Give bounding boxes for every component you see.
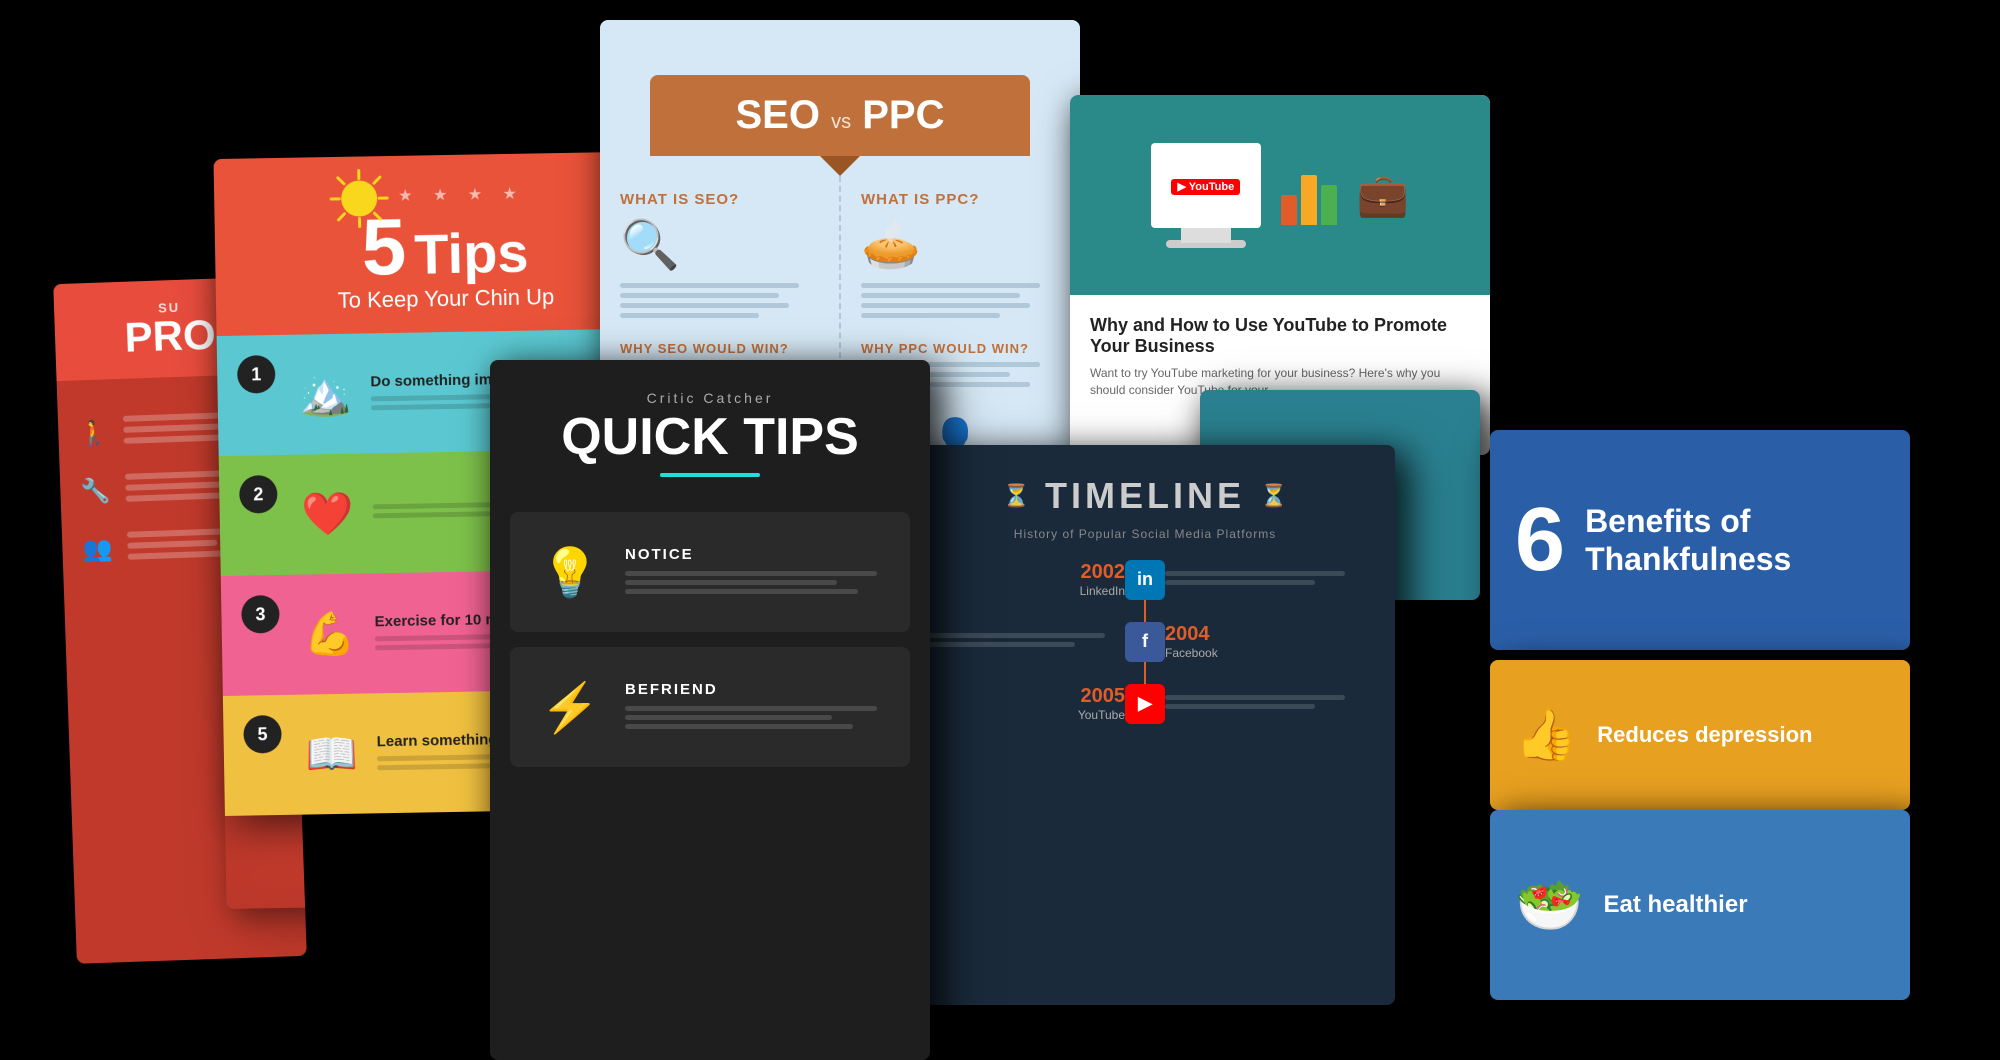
- reduces-text: Reduces depression: [1597, 722, 1812, 748]
- heart-icon: ❤️: [292, 479, 363, 550]
- benefits-text: Benefits of Thankfulness: [1585, 502, 1885, 579]
- thumbsup-icon: 👍: [1515, 706, 1577, 765]
- befriend-title: BEFRIEND: [625, 681, 890, 698]
- mountain-icon: 🏔️: [290, 359, 361, 430]
- why-seo-win: WHY SEO WOULD WIN?: [620, 341, 819, 356]
- tips-word: Tips: [414, 220, 529, 287]
- tip-num-3: 3: [241, 595, 280, 634]
- what-is-ppc: WHAT IS PPC?: [861, 191, 1060, 208]
- what-is-seo: WHAT IS SEO?: [620, 191, 819, 208]
- yt-header: ▶ YouTube 💼: [1070, 95, 1490, 295]
- yt-title: Why and How to Use YouTube to Promote Yo…: [1090, 315, 1470, 357]
- timeline-entries: 2002 LinkedIn in f 2004 Fa: [895, 561, 1395, 722]
- timeline-row-youtube: 2005 YouTube ▶: [925, 685, 1365, 722]
- tip-num-1: 1: [237, 355, 276, 394]
- timeline-card: ⏳ TIMELINE ⏳ History of Popular Social M…: [895, 445, 1395, 1005]
- group-icon: 👥: [77, 528, 118, 569]
- notice-content: NOTICE: [625, 546, 890, 598]
- walk-icon: 🚶: [73, 412, 114, 453]
- benefits-thankfulness-card: 6 Benefits of Thankfulness: [1490, 430, 1910, 650]
- youtube-tl-name: YouTube: [925, 708, 1125, 722]
- yt-monitor: ▶ YouTube: [1151, 143, 1261, 248]
- benefits-number: 6: [1515, 495, 1565, 585]
- seo-header-area: SEO vs PPC: [600, 20, 1080, 156]
- briefcase-icon: 💼: [1357, 171, 1409, 220]
- youtube-tl-logo: ▶: [1125, 684, 1165, 724]
- facebook-name: Facebook: [1165, 646, 1365, 660]
- tools-icon: 🔧: [75, 470, 116, 511]
- tip-num-2: 2: [239, 475, 278, 514]
- food-icon: 🥗: [1515, 873, 1583, 938]
- tips-stars: ★ ★ ★ ★ ★: [234, 181, 654, 208]
- befriend-content: BEFRIEND: [625, 681, 890, 733]
- youtube-year: 2005: [925, 685, 1125, 708]
- quick-item-notice: 💡 NOTICE: [510, 512, 910, 632]
- timeline-row-linkedin: 2002 LinkedIn in: [925, 561, 1365, 598]
- timeline-header: ⏳ TIMELINE ⏳: [895, 445, 1395, 527]
- quick-brand: Critic Catcher: [520, 390, 900, 406]
- reduces-card: 👍 Reduces depression: [1490, 660, 1910, 810]
- linkedin-lines: [1145, 571, 1365, 589]
- why-ppc-win: WHY PPC WOULD WIN?: [861, 341, 1060, 356]
- quick-underline: [660, 473, 760, 477]
- seo-title: SEO vs PPC: [670, 93, 1010, 138]
- quick-item-befriend: ⚡ BEFRIEND: [510, 647, 910, 767]
- quick-header: Critic Catcher QUICK TIPS: [490, 360, 930, 512]
- facebook-date-right: 2004 Facebook: [1145, 623, 1365, 660]
- timeline-subtitle: History of Popular Social Media Platform…: [895, 527, 1395, 541]
- quick-title: QUICK TIPS: [520, 411, 900, 463]
- sun-icon: [329, 168, 390, 229]
- eat-healthier-card: 🥗 Eat healthier: [1490, 810, 1910, 1000]
- bar-chart: [1281, 165, 1337, 225]
- hourglass-left-icon: ⏳: [1003, 483, 1030, 509]
- magnify-icon: 🔍: [620, 216, 819, 273]
- banner-tail: [820, 156, 860, 176]
- eat-text: Eat healthier: [1603, 891, 1747, 919]
- linkedin-logo: in: [1125, 560, 1165, 600]
- lightbulb-icon: 💡: [530, 532, 610, 612]
- youtube-date-left: 2005 YouTube: [925, 685, 1145, 722]
- hourglass-right-icon: ⏳: [1260, 483, 1287, 509]
- notice-title: NOTICE: [625, 546, 890, 563]
- facebook-logo: f: [1125, 622, 1165, 662]
- seo-banner: SEO vs PPC: [650, 75, 1030, 156]
- tip-num-5: 5: [243, 715, 282, 754]
- timeline-row-facebook: f 2004 Facebook: [925, 623, 1365, 660]
- youtube-lines: [1145, 695, 1365, 713]
- facebook-year: 2004: [1165, 623, 1365, 646]
- facebook-lines: [925, 633, 1145, 651]
- muscle-icon: 💪: [294, 599, 365, 670]
- linkedin-date-left: 2002 LinkedIn: [925, 561, 1145, 598]
- book-icon: 📖: [296, 718, 367, 789]
- lightning-icon: ⚡: [530, 667, 610, 747]
- linkedin-year: 2002: [925, 561, 1125, 584]
- linkedin-name: LinkedIn: [925, 584, 1125, 598]
- timeline-title: TIMELINE: [1045, 475, 1245, 517]
- youtube-logo: ▶ YouTube: [1171, 178, 1240, 193]
- quick-tips-card: Critic Catcher QUICK TIPS 💡 NOTICE ⚡ BEF…: [490, 360, 930, 1060]
- pie-icon: 🥧: [861, 216, 1060, 273]
